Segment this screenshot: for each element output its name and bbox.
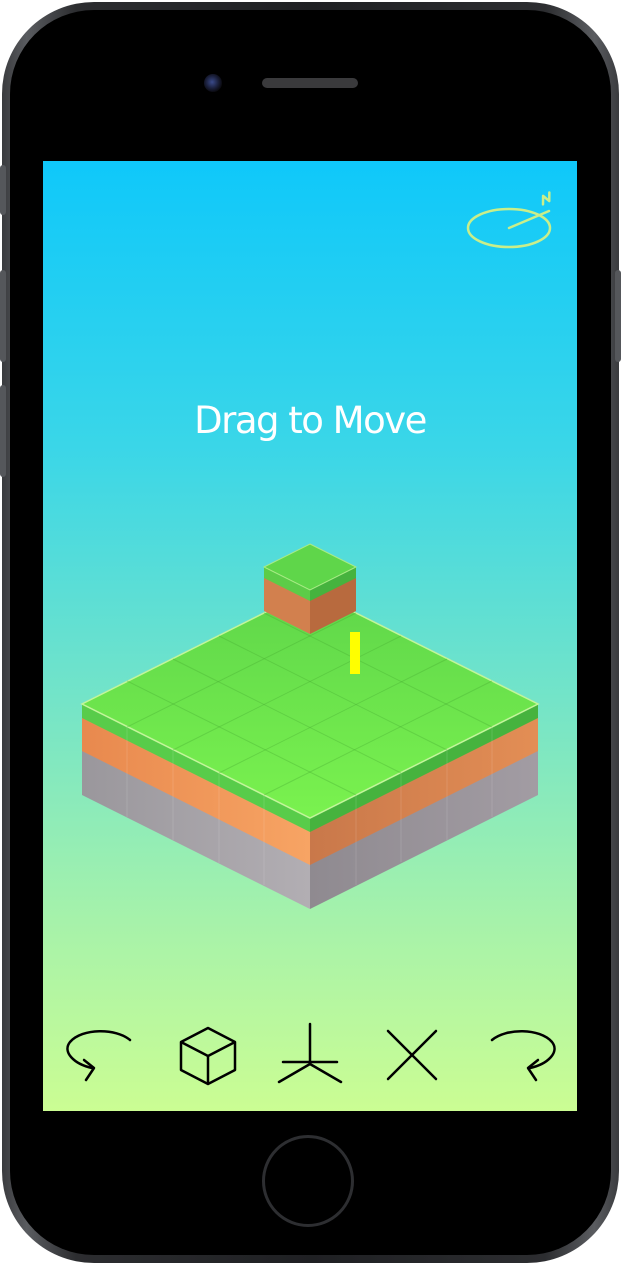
axis-icon (277, 1022, 343, 1084)
axis-button[interactable] (267, 1016, 353, 1094)
volume-down-button (0, 385, 6, 477)
rotate-left-icon (66, 1030, 132, 1082)
goal-marker (350, 632, 360, 674)
earpiece-speaker (262, 78, 358, 88)
power-button (615, 270, 621, 362)
front-camera (204, 74, 222, 92)
isometric-island[interactable] (43, 161, 577, 1111)
cube-icon (179, 1026, 237, 1086)
game-screen[interactable]: Drag to Move (43, 161, 577, 1111)
home-button[interactable] (262, 1135, 354, 1227)
close-button[interactable] (369, 1016, 455, 1094)
rotate-right-icon (490, 1030, 556, 1082)
cube-button[interactable] (165, 1016, 251, 1094)
rotate-left-button[interactable] (57, 1016, 143, 1094)
close-icon (386, 1029, 438, 1081)
phone-stage: Drag to Move (0, 0, 621, 1265)
volume-up-button (0, 270, 6, 362)
rotate-right-button[interactable] (479, 1016, 565, 1094)
silent-switch (0, 165, 6, 215)
